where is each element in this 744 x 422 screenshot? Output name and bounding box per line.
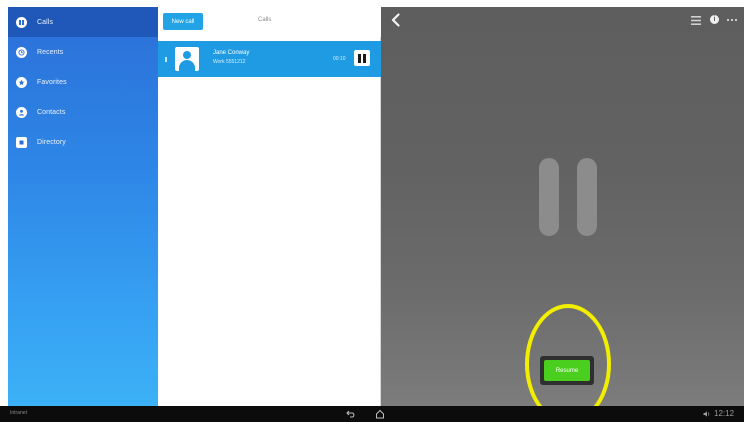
- clock-icon: [16, 46, 27, 58]
- sidebar: Calls Recents Favorites Contacts Directo…: [8, 7, 158, 406]
- volume-icon: [703, 411, 710, 417]
- sidebar-item-label: Calls: [37, 18, 54, 26]
- info-icon[interactable]: i: [710, 15, 719, 24]
- call-detail-panel: i Resume: [381, 7, 744, 422]
- sidebar-item-recents[interactable]: Recents: [8, 37, 158, 67]
- sidebar-item-label: Contacts: [37, 108, 66, 116]
- pause-icon: [16, 16, 27, 28]
- list-menu-icon[interactable]: [691, 16, 701, 25]
- sidebar-item-directory[interactable]: Directory: [8, 127, 158, 157]
- avatar: [175, 47, 199, 71]
- back-nav-icon[interactable]: [346, 409, 356, 419]
- call-duration: 00:10: [333, 56, 346, 62]
- caller-number: Work 5551212: [213, 59, 246, 65]
- app-window: Calls Recents Favorites Contacts Directo…: [0, 0, 744, 422]
- sidebar-item-label: Recents: [37, 48, 64, 56]
- sidebar-item-label: Directory: [37, 138, 66, 146]
- row-indicator: [165, 57, 167, 62]
- caller-name: Jane Conway: [213, 50, 250, 56]
- hold-button[interactable]: [354, 50, 370, 66]
- list-title: Calls: [258, 17, 272, 23]
- back-chevron-icon[interactable]: [389, 13, 403, 27]
- list-header: New call Calls: [158, 7, 381, 37]
- calls-list-panel: New call Calls Jane Conway Work 5551212 …: [158, 7, 381, 406]
- sidebar-item-label: Favorites: [37, 78, 67, 86]
- directory-icon: [16, 136, 27, 148]
- home-nav-icon[interactable]: [375, 409, 385, 419]
- pause-icon: [358, 53, 361, 63]
- sidebar-item-calls[interactable]: Calls: [8, 7, 158, 37]
- star-icon: [16, 76, 27, 88]
- person-icon: [16, 106, 27, 118]
- clock: 12:12: [714, 409, 735, 418]
- highlight-annotation: [525, 304, 611, 422]
- new-call-button[interactable]: New call: [163, 13, 203, 30]
- active-call-row[interactable]: Jane Conway Work 5551212 00:10: [158, 41, 381, 77]
- on-hold-indicator-icon: [539, 158, 597, 236]
- sidebar-item-favorites[interactable]: Favorites: [8, 67, 158, 97]
- system-navigation-bar: Intranet 12:12: [0, 406, 744, 422]
- system-status-text: Intranet: [10, 410, 27, 416]
- sidebar-item-contacts[interactable]: Contacts: [8, 97, 158, 127]
- more-options-icon[interactable]: [727, 19, 737, 21]
